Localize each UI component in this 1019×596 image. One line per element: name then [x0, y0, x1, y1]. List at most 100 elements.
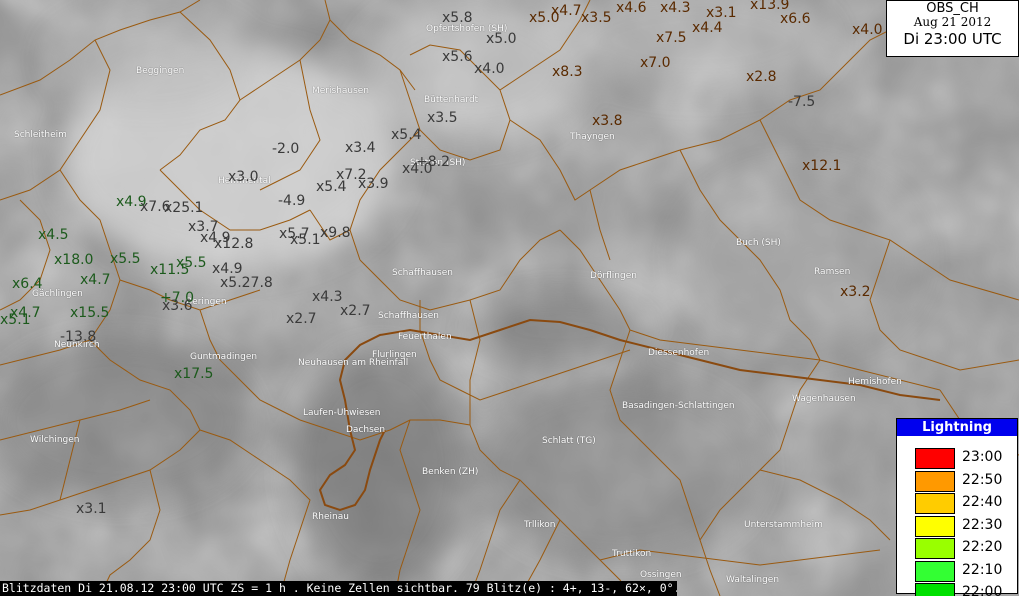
place-label: Truttikon [612, 549, 652, 559]
lightning-strike-marker: x2.7 [340, 303, 371, 319]
lightning-strike-marker: -4.9 [278, 193, 306, 209]
lightning-strike-marker: x6.6 [780, 11, 811, 27]
lightning-strike-marker: x4.3 [312, 289, 343, 305]
lightning-strike-marker: x4.3 [660, 0, 691, 16]
legend-title: Lightning [897, 419, 1017, 436]
lightning-strike-marker: x5.5 [176, 255, 207, 271]
lightning-strike-marker: x3.5 [427, 110, 458, 126]
lightning-strike-marker: -7.5 [788, 94, 816, 110]
date-label: Aug 21 2012 [913, 15, 992, 29]
legend-color-swatch [915, 538, 955, 559]
lightning-strike-marker: x2.7 [286, 311, 317, 327]
lightning-strike-marker: x12.8 [214, 236, 254, 252]
legend-color-swatch [915, 493, 955, 514]
legend-color-swatch [915, 583, 955, 596]
legend-entry: 22:10 [915, 560, 1015, 582]
legend-time: 22:00 [962, 584, 1003, 596]
place-label: Basadingen-Schlattingen [622, 401, 735, 411]
place-label: Schlatt (TG) [542, 436, 596, 446]
lightning-strike-marker: x17.5 [174, 366, 214, 382]
legend-color-swatch [915, 470, 955, 492]
place-label: Wilchingen [30, 435, 80, 445]
lightning-strike-marker: x3.5 [581, 10, 612, 26]
place-label: Buch (SH) [736, 238, 781, 248]
place-label: Laufen-Uhwiesen [303, 408, 381, 418]
lightning-strike-marker: x3.1 [76, 501, 107, 517]
lightning-strike-marker: x5.5 [110, 251, 141, 267]
legend-time: 22:40 [962, 494, 1003, 510]
place-label: Merishausen [312, 86, 370, 96]
lightning-strike-marker: x5.6 [442, 49, 473, 65]
lightning-strike-marker: x8.3 [552, 64, 583, 80]
lightning-strike-marker: x12.1 [802, 158, 842, 174]
lightning-strike-marker: x3.6 [162, 298, 193, 314]
lightning-strike-marker: x4.6 [616, 0, 647, 16]
place-label: Schaffhausen [378, 311, 439, 321]
place-label: Guntmadingen [190, 352, 258, 362]
place-label: Diessenhofen [648, 348, 710, 358]
lightning-strike-marker: x4.5 [38, 227, 69, 243]
legend-time: 22:10 [962, 561, 1003, 578]
lightning-strike-marker: x4.0 [474, 61, 505, 77]
lightning-strike-marker: -2.0 [272, 141, 300, 157]
lightning-strike-marker: x3.4 [345, 140, 376, 156]
place-label: Büttenhardt [424, 95, 479, 105]
place-label: Benken (ZH) [422, 467, 479, 477]
map-viewport[interactable]: Beggingen Schleitheim Merishausen Opfertsho… [0, 0, 1019, 596]
place-label: Feuerthalen [398, 332, 452, 342]
place-label: Rheinau [312, 512, 349, 522]
lightning-strike-marker: x5.8 [442, 10, 473, 26]
place-label: Dörflingen [590, 271, 637, 281]
place-label: Schleitheim [14, 130, 67, 140]
product-name: OBS_CH [926, 1, 979, 16]
lightning-strike-marker: x4.0 [402, 161, 433, 177]
legend-time: 23:00 [962, 449, 1003, 465]
lightning-strike-marker: x3.0 [228, 169, 259, 185]
lightning-strike-marker: x4.0 [852, 22, 883, 38]
lightning-strike-marker: x3.8 [592, 113, 623, 129]
legend-time: 22:30 [962, 516, 1003, 533]
lightning-strike-marker: x7.5 [656, 30, 687, 46]
lightning-legend: Lightning 23:00 22:50 22:40 22:30 22:20 22:10… [896, 418, 1018, 596]
lightning-strike-marker: x7.0 [640, 55, 671, 71]
legend-time: 22:50 [962, 471, 1003, 488]
lightning-strike-marker: x5.27.8 [220, 275, 273, 291]
place-label: Ramsen [814, 267, 851, 277]
place-label: Thayngen [570, 132, 615, 142]
lightning-strike-marker: x9.8 [320, 225, 351, 241]
lightning-strike-marker: x5.4 [391, 127, 422, 143]
legend-entry: 22:00 [915, 582, 1015, 596]
lightning-strike-marker: x18.0 [54, 252, 94, 268]
lightning-strike-marker: x3.1 [706, 5, 737, 21]
legend-time: 22:20 [962, 539, 1003, 555]
lightning-strike-marker: x3.9 [358, 176, 389, 192]
time-stamp-box: OBS_CH Aug 21 2012 Di 23:00 UTC [886, 0, 1019, 57]
lightning-strike-marker: x3.2 [840, 284, 871, 300]
place-label: Schaffhausen [392, 268, 453, 278]
legend-entry: 22:20 [915, 537, 1015, 559]
legend-entry: 22:50 [915, 470, 1015, 492]
lightning-strike-marker: x5.1 [290, 232, 321, 248]
lightning-strike-marker: -13.8 [60, 329, 97, 345]
place-label: Waltalingen [726, 575, 780, 585]
status-footer: Blitzdaten Di 21.08.12 23:00 UTC ZS = 1 … [0, 581, 677, 596]
legend-entry: 22:40 [915, 492, 1015, 514]
place-label: Dachsen [346, 425, 386, 435]
place-label: Ossingen [640, 570, 682, 580]
lightning-strike-marker: x4.9 [212, 261, 243, 277]
lightning-strike-marker: x6.4 [12, 276, 43, 292]
lightning-strike-marker: x15.5 [70, 305, 110, 321]
place-label: Hemishofen [848, 377, 902, 387]
place-label: Neuhausen am Rheinfall [298, 358, 409, 368]
place-label: Beggingen [136, 66, 185, 76]
legend-color-swatch [915, 448, 955, 469]
place-label: Trllikon [524, 520, 556, 530]
lightning-strike-marker: x4.7 [80, 272, 111, 288]
lightning-strike-marker: x5.0 [486, 31, 517, 47]
lightning-strike-marker: x25.1 [164, 200, 204, 216]
lightning-strike-marker: x2.8 [746, 69, 777, 85]
legend-color-swatch [915, 560, 955, 582]
legend-color-swatch [915, 515, 955, 537]
lightning-strike-marker: x4.4 [692, 20, 723, 36]
lightning-strike-marker: x4.7 [551, 3, 582, 19]
